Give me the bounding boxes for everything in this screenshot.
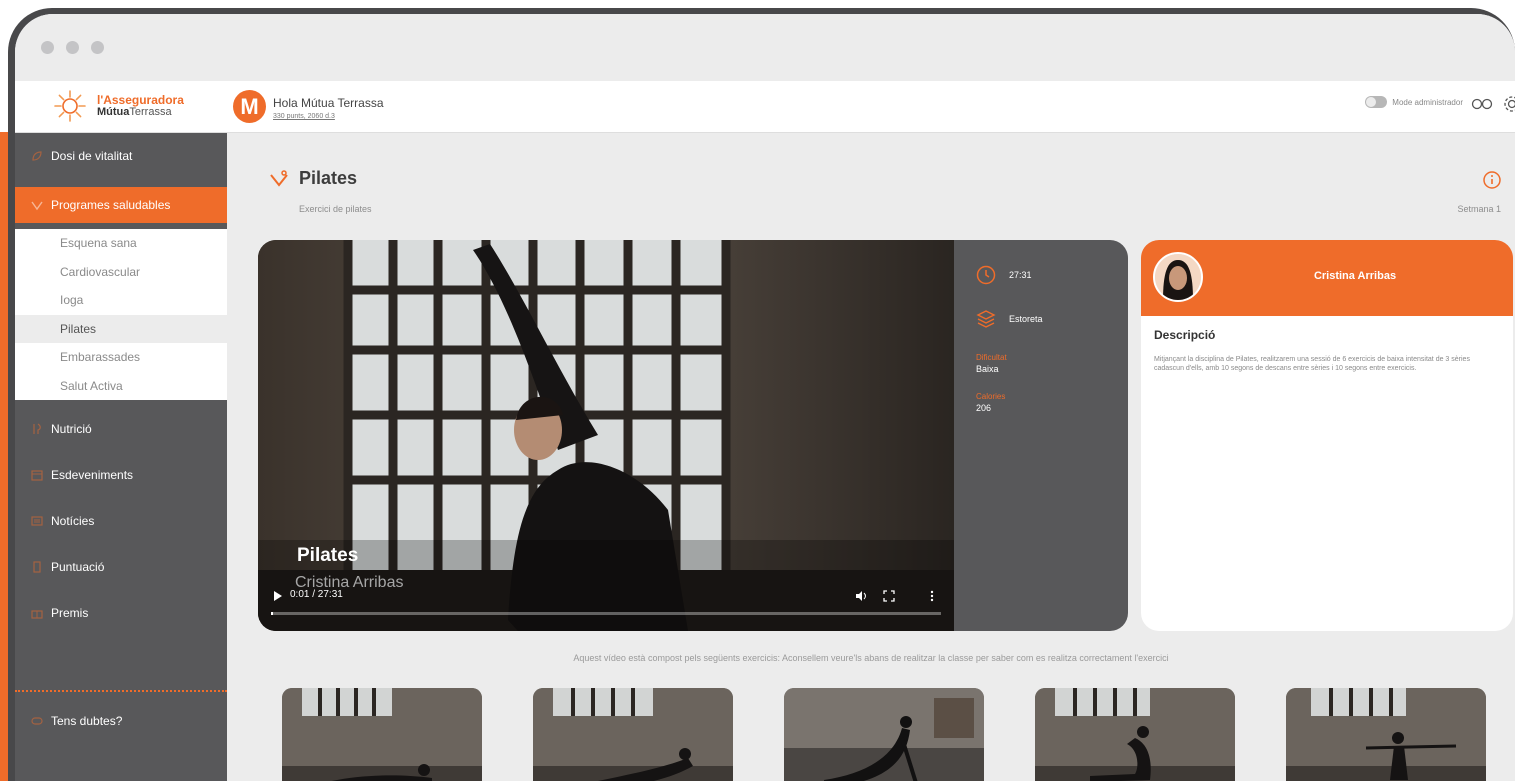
- exercise-thumbnail[interactable]: [784, 688, 984, 781]
- question-icon: [31, 717, 43, 725]
- fitness-icon: [31, 201, 43, 211]
- leaf-icon: [32, 151, 42, 161]
- sidebar-item-label: Esdeveniments: [51, 468, 134, 482]
- exercise-thumbnail[interactable]: [1035, 688, 1235, 781]
- sidebar-item-premis[interactable]: Premis: [15, 590, 227, 636]
- difficulty-value: Baixa: [976, 364, 999, 374]
- submenu-item-pilates[interactable]: Pilates: [15, 314, 227, 343]
- app-header: l'Asseguradora MútuaTerrassa M Hola Mútu…: [15, 81, 1515, 133]
- video-title: Pilates: [297, 545, 359, 566]
- gift-icon: [31, 610, 43, 619]
- sidebar-item-help[interactable]: Tens dubtes?: [15, 698, 227, 744]
- submenu-item-embarassades[interactable]: Embarassades: [15, 343, 227, 372]
- exercise-icon: [270, 169, 288, 187]
- logo-line-1: l'Asseguradora: [97, 93, 184, 107]
- play-icon[interactable]: [274, 591, 282, 601]
- calories-value: 206: [976, 403, 992, 413]
- sidebar-item-esdeveniments[interactable]: Esdeveniments: [15, 452, 227, 498]
- video-progress-fill: [271, 612, 273, 615]
- sidebar-nav: Dosi de vitalitat Programes saludables E…: [15, 133, 227, 781]
- sidebar-item-label: Notícies: [51, 514, 95, 528]
- submenu-item-salut-activa[interactable]: Salut Activa: [15, 372, 227, 401]
- food-icon: [33, 423, 41, 434]
- user-greeting: M Hola Mútua Terrassa 330 punts, 2060 d.…: [233, 90, 384, 123]
- page-subtitle: Exercici de pilates: [299, 204, 372, 214]
- instructor-header: Cristina Arribas: [1141, 240, 1513, 316]
- more-options-icon[interactable]: [930, 590, 934, 602]
- video-progress-bar[interactable]: [271, 612, 941, 615]
- exercise-thumbnail[interactable]: [533, 688, 733, 781]
- admin-mode-toggle[interactable]: [1365, 96, 1388, 108]
- browser-window: l'Asseguradora MútuaTerrassa M Hola Mútu…: [15, 14, 1515, 781]
- sun-logo-icon: [53, 89, 87, 123]
- sidebar-item-noticies[interactable]: Notícies: [15, 498, 227, 544]
- sidebar-item-puntuacio[interactable]: Puntuació: [15, 544, 227, 590]
- gear-icon[interactable]: [1501, 94, 1515, 114]
- duration-value: 27:31: [1009, 270, 1032, 280]
- window-maximize-button[interactable]: [91, 41, 104, 54]
- device-mockup: l'Asseguradora MútuaTerrassa M Hola Mútu…: [0, 0, 1515, 781]
- sidebar-item-label: Tens dubtes?: [51, 714, 123, 728]
- sidebar-item-dosi-vitalitat[interactable]: Dosi de vitalitat: [15, 133, 227, 179]
- glasses-icon[interactable]: [1471, 94, 1493, 114]
- duration-stat: 27:31: [976, 265, 1032, 285]
- sidebar-item-label: Puntuació: [51, 560, 105, 574]
- submenu-item-esquena-sana[interactable]: Esquena sana: [15, 229, 227, 258]
- submenu-item-cardiovascular[interactable]: Cardiovascular: [15, 258, 227, 287]
- fullscreen-icon[interactable]: [883, 590, 895, 602]
- material-value: Estoreta: [1009, 314, 1043, 324]
- description-title: Descripció: [1154, 328, 1216, 342]
- session-stats: 27:31 Estoreta Dificultat Baixa Calories…: [954, 240, 1128, 631]
- video-frame: [258, 240, 954, 631]
- instructor-card: Cristina Arribas Descripció Mitjançant l…: [1141, 240, 1513, 631]
- mat-icon: [976, 310, 996, 328]
- difficulty-label: Dificultat: [976, 353, 1007, 362]
- volume-icon[interactable]: [855, 590, 867, 602]
- sidebar-item-nutricio[interactable]: Nutrició: [15, 406, 227, 452]
- description-text: Mitjançant la disciplina de Pilates, rea…: [1154, 356, 1470, 372]
- admin-mode: Mode administrador: [1365, 96, 1463, 108]
- window-close-button[interactable]: [41, 41, 54, 54]
- sidebar-item-label: Nutrició: [51, 422, 92, 436]
- logo-line-2: MútuaTerrassa: [97, 106, 172, 118]
- calendar-icon: [31, 470, 43, 481]
- points-link[interactable]: 330 punts, 2060 d.3: [273, 113, 384, 120]
- video-player[interactable]: Pilates Cristina Arribas 0:01 / 27:31: [258, 240, 954, 631]
- avatar[interactable]: M: [233, 90, 266, 123]
- calories-label: Calories: [976, 392, 1006, 401]
- sidebar-item-label: Premis: [51, 606, 89, 620]
- greeting-title: Hola Mútua Terrassa: [273, 96, 384, 110]
- sidebar-item-label: Dosi de vitalitat: [51, 149, 133, 163]
- instructor-name: Cristina Arribas: [1313, 270, 1397, 282]
- news-icon: [31, 516, 43, 526]
- admin-mode-label: Mode administrador: [1392, 97, 1463, 107]
- submenu: Esquena sana Cardiovascular Ioga Pilates…: [15, 229, 227, 400]
- exercises-note: Aquest vídeo està compost pels següents …: [573, 653, 1169, 663]
- page-title: Pilates: [269, 168, 357, 189]
- exercise-thumbnail[interactable]: [1286, 688, 1486, 781]
- info-icon[interactable]: [1483, 171, 1501, 189]
- brand-logo[interactable]: l'Asseguradora MútuaTerrassa: [53, 89, 184, 123]
- week-label: Setmana 1: [1457, 204, 1501, 214]
- clock-icon: [976, 265, 996, 285]
- sidebar-divider: [15, 690, 227, 692]
- browser-frame: l'Asseguradora MútuaTerrassa M Hola Mútu…: [8, 8, 1515, 781]
- sidebar-item-label: Programes saludables: [51, 198, 171, 212]
- submenu-item-ioga[interactable]: Ioga: [15, 286, 227, 315]
- material-stat: Estoreta: [976, 309, 1043, 329]
- main-content: Pilates Exercici de pilates Setmana 1 Pi…: [227, 133, 1515, 781]
- score-icon: [33, 561, 41, 573]
- sidebar-item-programes-saludables[interactable]: Programes saludables: [15, 187, 227, 223]
- window-minimize-button[interactable]: [66, 41, 79, 54]
- window-titlebar: [15, 14, 1515, 81]
- video-time: 0:01 / 27:31: [290, 589, 343, 600]
- exercise-thumbnail[interactable]: [282, 688, 482, 781]
